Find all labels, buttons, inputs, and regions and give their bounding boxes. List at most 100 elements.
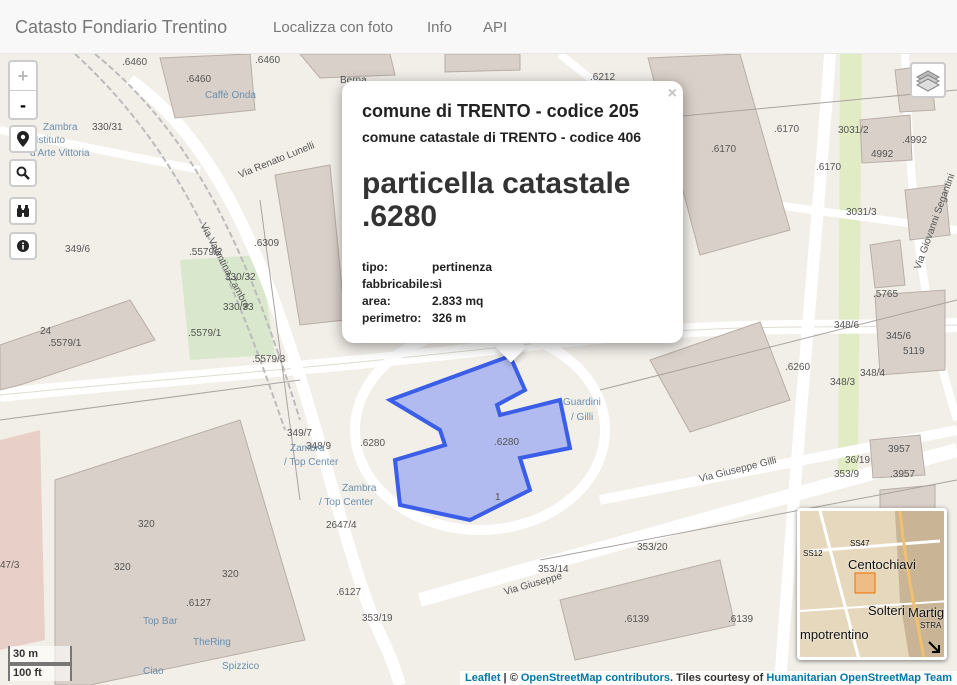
svg-text:353/20: 353/20: [637, 542, 668, 553]
layers-button[interactable]: [910, 62, 946, 98]
popup-comune: comune di TRENTO - codice 205: [362, 101, 639, 121]
svg-text:/ Top Center: / Top Center: [319, 497, 374, 508]
svg-text:3031/2: 3031/2: [838, 125, 869, 136]
svg-text:353/9: 353/9: [834, 469, 859, 480]
minimap-label: Centochiavi: [848, 557, 916, 572]
nav-localizza-foto[interactable]: Localizza con foto: [273, 19, 393, 36]
search-icon: [16, 166, 30, 180]
svg-text:.6127: .6127: [186, 598, 211, 609]
svg-text:348/3: 348/3: [830, 377, 855, 388]
popup-parcel-prefix: particella catastale: [362, 167, 631, 200]
svg-text:.5765: .5765: [873, 289, 898, 300]
binoculars-icon: [17, 205, 29, 217]
svg-text:.6260: .6260: [785, 362, 810, 373]
svg-text:24: 24: [40, 326, 52, 337]
popup-comune-catastale: comune catastale di TRENTO - codice 406: [362, 129, 642, 145]
osm-link[interactable]: OpenStreetMap contributors: [521, 672, 670, 684]
close-icon[interactable]: ×: [668, 85, 677, 103]
svg-text:.6309: .6309: [254, 238, 279, 249]
minimap-label: Solteri: [868, 603, 905, 618]
attr-value: sì: [432, 277, 443, 291]
svg-text:320: 320: [114, 562, 131, 573]
svg-text:36/19: 36/19: [845, 455, 870, 466]
svg-text:/ Top Center: / Top Center: [284, 457, 339, 468]
svg-text:Zambra: Zambra: [43, 122, 78, 133]
zoom-control: + -: [8, 60, 38, 120]
svg-text:.6139: .6139: [624, 614, 649, 625]
map-marker-icon: [17, 131, 29, 147]
popup-parcel-title: particella catastale .6280: [362, 167, 662, 233]
hot-link[interactable]: Humanitarian OpenStreetMap Team: [766, 672, 952, 684]
svg-text:Zambra: Zambra: [290, 443, 325, 454]
svg-text:3957: 3957: [888, 444, 911, 455]
svg-text:.6170: .6170: [774, 124, 799, 135]
svg-text:.4992: .4992: [902, 135, 927, 146]
svg-text:.6170: .6170: [711, 144, 736, 155]
svg-text:330/31: 330/31: [92, 122, 123, 133]
svg-text:/ Gilli: / Gilli: [571, 412, 593, 423]
svg-text:4992: 4992: [871, 149, 894, 160]
brand-title[interactable]: Catasto Fondiario Trentino: [15, 17, 227, 38]
svg-text:330/32: 330/32: [225, 272, 256, 283]
svg-text:.6460: .6460: [255, 55, 280, 66]
svg-text:345/6: 345/6: [886, 331, 911, 342]
svg-text:d'Arte Vittoria: d'Arte Vittoria: [30, 148, 90, 159]
attr-key: perimetro:: [362, 311, 422, 325]
popup-parcel-number: .6280: [362, 200, 438, 233]
zoom-in-button[interactable]: +: [10, 62, 36, 91]
parcel-popup: × comune di TRENTO - codice 205 comune c…: [342, 81, 683, 343]
svg-text:.6280: .6280: [494, 437, 519, 448]
svg-text:Top Bar: Top Bar: [143, 616, 178, 627]
attribution-tiles-text: . Tiles courtesy of: [669, 672, 767, 684]
svg-text:Caffè Onda: Caffè Onda: [205, 90, 256, 101]
svg-text:.5579/2: .5579/2: [189, 247, 223, 258]
attr-row-tipo: tipo: pertinenza: [362, 260, 492, 274]
search-button[interactable]: [9, 159, 37, 187]
svg-text:1: 1: [495, 492, 501, 503]
svg-text:.6460: .6460: [122, 57, 147, 68]
svg-text:.5579/1: .5579/1: [188, 328, 222, 339]
minimap[interactable]: Centochiavi Solteri Martig mpotrentino S…: [797, 508, 947, 660]
svg-text:353/14: 353/14: [538, 564, 569, 575]
minimap-label: Martig: [908, 605, 945, 620]
minimap-label: mpotrentino: [800, 627, 869, 642]
minimap-label: SS12: [803, 549, 823, 558]
svg-text:320: 320: [138, 519, 155, 530]
navbar: Catasto Fondiario Trentino Localizza con…: [0, 0, 957, 54]
attr-value: 2.833 mq: [432, 294, 484, 308]
info-icon: [17, 240, 29, 252]
leaflet-link[interactable]: Leaflet: [465, 672, 500, 684]
svg-text:349/6: 349/6: [65, 244, 90, 255]
svg-text:348/6: 348/6: [834, 320, 859, 331]
nav-info[interactable]: Info: [427, 19, 452, 36]
attribution: Leaflet | © OpenStreetMap contributors. …: [460, 671, 957, 685]
zoom-out-button[interactable]: -: [10, 91, 36, 119]
svg-text:3031/3: 3031/3: [846, 207, 877, 218]
info-button[interactable]: [9, 232, 37, 260]
svg-text:Ciao: Ciao: [143, 666, 164, 677]
attr-row-perimetro: perimetro: 326 m: [362, 311, 466, 325]
svg-text:.6170: .6170: [816, 162, 841, 173]
attr-key: area:: [362, 294, 391, 308]
attr-key: fabbricabile:: [362, 277, 434, 291]
svg-text:348/4: 348/4: [860, 368, 885, 379]
svg-text:.3957: .3957: [890, 469, 915, 480]
svg-text:.5579/1: .5579/1: [48, 338, 82, 349]
attr-value: pertinenza: [432, 260, 493, 274]
layers-icon: [915, 70, 941, 92]
locate-button[interactable]: [9, 125, 37, 153]
nav-api[interactable]: API: [483, 19, 507, 36]
minimap-toggle-icon[interactable]: [928, 641, 940, 653]
svg-text:353/19: 353/19: [362, 613, 393, 624]
scale-metric: 30 m: [8, 646, 72, 664]
svg-text:2647/4: 2647/4: [326, 520, 357, 531]
binoculars-button[interactable]: [9, 197, 37, 225]
svg-text:349/7: 349/7: [287, 428, 312, 439]
svg-text:Guardini: Guardini: [563, 397, 601, 408]
attribution-sep: | ©: [500, 672, 521, 684]
svg-text:47/3: 47/3: [0, 560, 20, 571]
svg-text:TheRing: TheRing: [193, 637, 231, 648]
minimap-label: STRA: [920, 621, 942, 630]
svg-text:330/33: 330/33: [223, 302, 254, 313]
svg-text:5119: 5119: [903, 346, 925, 357]
